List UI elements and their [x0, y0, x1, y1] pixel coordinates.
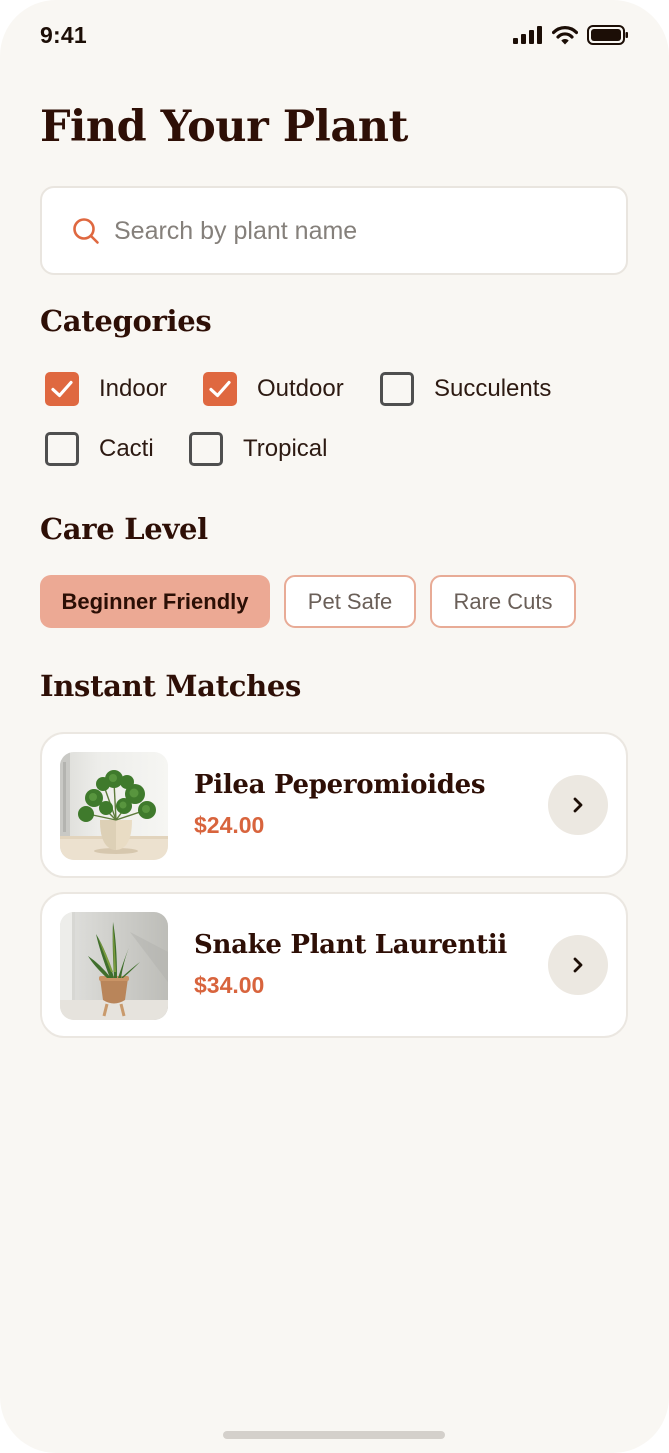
status-bar: 9:41 [0, 0, 669, 74]
chip-beginner-friendly[interactable]: Beginner Friendly [40, 575, 270, 628]
chevron-right-icon [573, 797, 583, 813]
plant-card-snake-plant[interactable]: Snake Plant Laurentii $34.00 [40, 892, 628, 1038]
care-level-title: Care Level [40, 512, 208, 546]
search-input[interactable] [114, 208, 604, 254]
open-plant-button[interactable] [548, 935, 608, 995]
search-icon [73, 218, 99, 244]
category-checkbox-outdoor[interactable]: Outdoor [203, 372, 344, 406]
checkmark-icon [209, 380, 231, 398]
plant-image-pilea [60, 752, 168, 860]
phone-screen: 9:41 Find Your Plant Search by plant nam… [0, 0, 669, 1453]
category-checkbox-succulents[interactable]: Succulents [380, 372, 551, 406]
category-label: Succulents [434, 375, 552, 402]
categories-title: Categories [40, 304, 212, 338]
status-time: 9:41 [40, 22, 87, 48]
category-label: Cacti [99, 435, 154, 462]
open-plant-button[interactable] [548, 775, 608, 835]
checkbox-unchecked[interactable] [189, 432, 223, 466]
home-indicator[interactable] [223, 1431, 445, 1439]
chip-rare-cuts[interactable]: Rare Cuts [430, 575, 576, 628]
checkbox-checked[interactable] [203, 372, 237, 406]
plant-name: Pilea Peperomioides [194, 770, 486, 800]
status-icons [513, 25, 629, 45]
plant-price: $24.00 [194, 812, 265, 838]
plant-image-snake-plant [60, 912, 168, 1020]
checkbox-unchecked[interactable] [45, 432, 79, 466]
category-checkbox-indoor[interactable]: Indoor [45, 372, 167, 406]
battery-icon [587, 25, 628, 45]
category-label: Tropical [243, 435, 328, 462]
page-title: Find Your Plant [40, 102, 408, 152]
plant-name: Snake Plant Laurentii [194, 930, 508, 960]
category-checkbox-tropical[interactable]: Tropical [189, 432, 327, 466]
category-checkbox-cacti[interactable]: Cacti [45, 432, 154, 466]
category-label: Indoor [99, 375, 168, 402]
wifi-icon [552, 25, 578, 44]
chevron-right-icon [573, 957, 583, 973]
checkmark-icon [51, 380, 73, 398]
instant-matches-title: Instant Matches [40, 669, 302, 703]
checkbox-checked[interactable] [45, 372, 79, 406]
cellular-signal-icon [513, 26, 542, 44]
plant-price: $34.00 [194, 972, 265, 998]
checkbox-unchecked[interactable] [380, 372, 414, 406]
category-label: Outdoor [257, 375, 344, 402]
plant-card-pilea[interactable]: Pilea Peperomioides $24.00 [40, 732, 628, 878]
search-bar[interactable] [40, 186, 628, 275]
chip-pet-safe[interactable]: Pet Safe [284, 575, 416, 628]
